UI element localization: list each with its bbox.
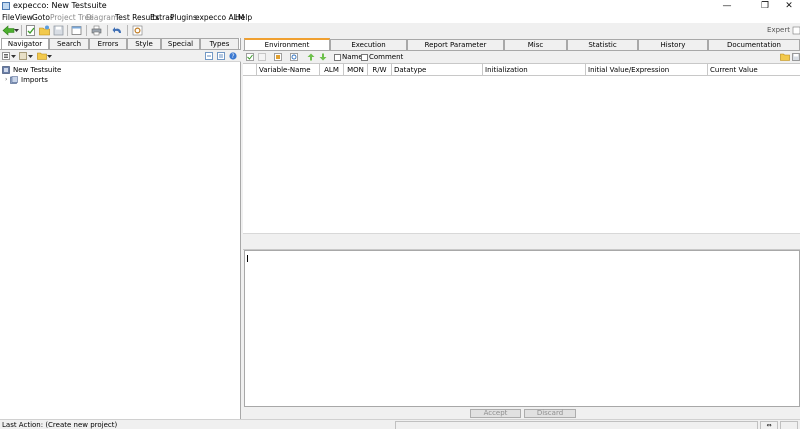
save-disk-icon[interactable] xyxy=(792,53,800,61)
menu-plugins[interactable]: Plugins xyxy=(170,13,197,23)
help-icon[interactable]: ? xyxy=(229,52,237,60)
status-resize-toggle[interactable]: ⇔ xyxy=(760,421,778,429)
toolbar-separator xyxy=(21,25,22,36)
status-field-end xyxy=(780,421,798,429)
tab-misc[interactable]: Misc xyxy=(504,39,567,50)
menu-goto[interactable]: Goto xyxy=(32,13,50,23)
tab-search[interactable]: Search xyxy=(49,38,89,49)
settings-gear-icon[interactable] xyxy=(132,25,143,36)
column-header-mon[interactable]: MON xyxy=(344,64,368,76)
menu-view[interactable]: View xyxy=(15,13,33,23)
toolbar-separator xyxy=(127,25,128,36)
open-folder-icon[interactable] xyxy=(39,25,50,36)
testsuite-icon xyxy=(2,66,10,74)
column-header-initialization[interactable]: Initialization xyxy=(483,64,586,76)
check-variables-icon[interactable] xyxy=(246,53,254,61)
tree-node-label: Imports xyxy=(21,76,48,84)
environment-toolbar: Name Comment xyxy=(243,50,800,63)
title-bar: expecco: New Testsuite — ❐ ✕ xyxy=(0,0,800,13)
add-variable-icon[interactable] xyxy=(274,53,282,61)
comment-filter-checkbox[interactable] xyxy=(361,54,368,61)
dropdown-arrow-icon[interactable] xyxy=(28,53,33,61)
list-view-icon[interactable] xyxy=(2,52,10,60)
back-dropdown-icon[interactable] xyxy=(14,25,19,36)
text-caret xyxy=(247,255,248,262)
tab-execution[interactable]: Execution xyxy=(330,39,407,50)
navigator-pane: Navigator Search Errors Style Special Ty… xyxy=(0,38,241,419)
menu-bar: File View Goto Project Tree Diagram Test… xyxy=(0,13,800,23)
tab-special[interactable]: Special xyxy=(161,38,200,49)
svg-text:?: ? xyxy=(231,53,234,60)
column-header-initial-value[interactable]: Initial Value/Expression xyxy=(586,64,708,76)
window-title: expecco: New Testsuite xyxy=(13,1,107,10)
new-testsuite-icon[interactable] xyxy=(25,25,36,36)
column-header-rw[interactable]: R/W xyxy=(368,64,392,76)
window-layout-icon[interactable] xyxy=(71,25,82,36)
dropdown-arrow-icon[interactable] xyxy=(47,53,52,61)
dropdown-arrow-icon[interactable] xyxy=(11,53,16,61)
mode-toggle-icon[interactable] xyxy=(792,25,800,36)
mode-label: Expert xyxy=(767,26,790,34)
menu-file[interactable]: File xyxy=(2,13,15,23)
remove-variable-icon[interactable] xyxy=(258,53,266,61)
add-item-icon[interactable] xyxy=(19,52,27,60)
undo-icon[interactable] xyxy=(112,25,123,36)
expand-arrow-icon[interactable]: › xyxy=(5,75,7,85)
left-tab-bar: Navigator Search Errors Style Special Ty… xyxy=(0,38,241,50)
column-header-alm[interactable]: ALM xyxy=(320,64,344,76)
expand-all-icon[interactable] xyxy=(217,52,225,60)
menu-help[interactable]: Help xyxy=(235,13,252,23)
environment-variables-table: Variable-Name ALM MON R/W Datatype Initi… xyxy=(243,63,800,233)
tab-types[interactable]: Types xyxy=(200,38,239,49)
edit-variable-icon[interactable] xyxy=(290,53,298,61)
row-indicator-header xyxy=(243,64,257,76)
collapse-all-icon[interactable] xyxy=(205,52,213,60)
print-icon[interactable] xyxy=(91,25,102,36)
column-header-datatype[interactable]: Datatype xyxy=(392,64,483,76)
main-toolbar: Expert xyxy=(0,23,800,38)
tab-documentation[interactable]: Documentation xyxy=(708,39,800,50)
tab-report-parameter[interactable]: Report Parameter xyxy=(407,39,504,50)
move-up-icon[interactable] xyxy=(307,53,315,61)
tab-statistic[interactable]: Statistic xyxy=(567,39,638,50)
column-header-current-value[interactable]: Current Value xyxy=(708,64,800,76)
status-field xyxy=(395,421,758,429)
close-button[interactable]: ✕ xyxy=(776,0,800,13)
navigator-toolbar: ? xyxy=(0,49,241,62)
menu-diagram[interactable]: Diagram xyxy=(86,13,118,23)
comment-editor[interactable] xyxy=(244,250,800,407)
imports-icon xyxy=(10,76,18,84)
tree-node-label: New Testsuite xyxy=(13,66,62,74)
editor-pane: Environment Execution Report Parameter M… xyxy=(243,38,800,419)
expecco-app-icon xyxy=(2,2,10,10)
minimize-button[interactable]: — xyxy=(714,0,740,13)
comment-filter-label: Comment xyxy=(369,53,404,61)
tab-environment[interactable]: Environment xyxy=(244,38,330,50)
status-bar: Last Action: (Create new project) ⇔ xyxy=(0,419,800,429)
restore-button[interactable]: ❐ xyxy=(752,0,778,13)
toolbar-separator xyxy=(67,25,68,36)
save-disk-icon[interactable] xyxy=(53,25,64,36)
pane-splitter[interactable] xyxy=(243,233,800,250)
accept-button[interactable]: Accept xyxy=(470,409,521,418)
status-text: Last Action: (Create new project) xyxy=(2,421,118,429)
tab-style[interactable]: Style xyxy=(127,38,161,49)
move-down-icon[interactable] xyxy=(319,53,327,61)
name-filter-checkbox[interactable] xyxy=(334,54,341,61)
toolbar-separator xyxy=(86,25,87,36)
folder-icon[interactable] xyxy=(37,52,47,60)
toolbar-separator xyxy=(107,25,108,36)
name-filter-label: Name xyxy=(342,53,363,61)
open-folder-icon[interactable] xyxy=(780,53,790,61)
tab-errors[interactable]: Errors xyxy=(89,38,127,49)
tab-history[interactable]: History xyxy=(638,39,708,50)
discard-button[interactable]: Discard xyxy=(524,409,576,418)
column-header-variable-name[interactable]: Variable-Name xyxy=(257,64,320,76)
